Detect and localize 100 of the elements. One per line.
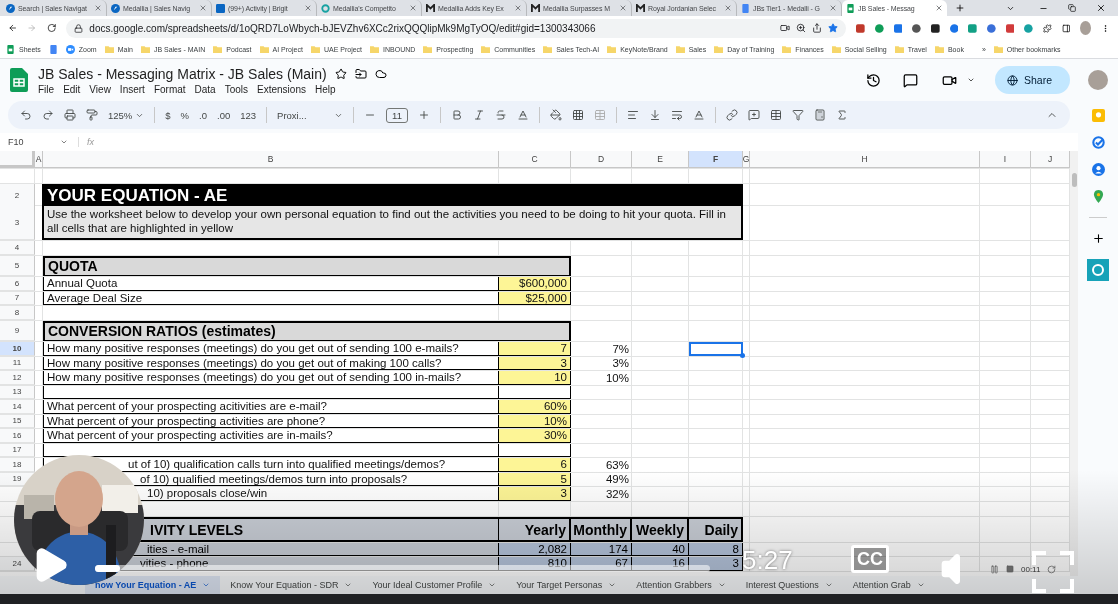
zoom-dropdown[interactable]: 125%	[108, 109, 145, 121]
share-button[interactable]: Share	[994, 66, 1070, 94]
column-header[interactable]: J	[1031, 151, 1070, 168]
row-header[interactable]: 14	[0, 400, 35, 414]
row-header[interactable]: 8	[0, 306, 35, 320]
puzzle-icon[interactable]	[1042, 22, 1052, 34]
decrease-decimal-button[interactable]: .0	[199, 109, 207, 121]
row-header[interactable]: 3	[0, 206, 35, 240]
sheet-tab[interactable]: Interest Questions	[735, 576, 843, 594]
reload-icon[interactable]	[46, 22, 57, 34]
sheet-tab[interactable]: Your Target Personas	[506, 576, 627, 594]
avatar[interactable]	[1088, 70, 1108, 90]
column-header[interactable]: H	[750, 151, 980, 168]
caret-icon[interactable]	[966, 76, 975, 84]
menu-item[interactable]: File	[38, 83, 55, 95]
star-icon[interactable]	[828, 23, 839, 33]
menu-item[interactable]: Insert	[119, 83, 145, 95]
column-header[interactable]: C	[499, 151, 571, 168]
history-icon[interactable]	[865, 72, 881, 88]
column-header[interactable]: E	[632, 151, 689, 168]
comment-icon[interactable]	[902, 72, 918, 88]
input-cell[interactable]: 7	[499, 342, 571, 356]
column-header[interactable]: D	[571, 151, 632, 168]
chart-icon[interactable]	[769, 109, 782, 121]
text-rotation-icon[interactable]	[692, 109, 705, 121]
add-icon[interactable]	[1091, 232, 1105, 245]
back-icon[interactable]	[8, 22, 18, 34]
menu-item[interactable]: Format	[153, 83, 186, 95]
column-header[interactable]: B	[43, 151, 499, 168]
side-panel-icon[interactable]	[1061, 22, 1071, 34]
menu-item[interactable]: Edit	[63, 83, 81, 95]
scroll-thumb[interactable]	[1071, 173, 1077, 187]
increase-decimal-button[interactable]: .00	[217, 109, 231, 121]
menu-item[interactable]: Help	[314, 83, 336, 95]
document-title[interactable]: JB Sales - Messaging Matrix - JB Sales (Main)	[38, 65, 327, 82]
sheet-tab[interactable]: Your Ideal Customer Profile	[362, 576, 507, 594]
input-cell[interactable]: 60%	[499, 400, 571, 414]
italic-icon[interactable]	[472, 109, 485, 121]
percent-button[interactable]: %	[180, 109, 190, 121]
borders-icon[interactable]	[571, 109, 584, 121]
stop-icon[interactable]	[1006, 565, 1014, 573]
number-format-button[interactable]: 123	[240, 109, 257, 121]
input-cell[interactable]: 10	[499, 371, 571, 385]
camera-icon[interactable]	[780, 23, 791, 33]
address-bar[interactable]: docs.google.com/spreadsheets/d/1oQRD7LoWbych-bJEVZhv6XCc2rixQQQlipMk9MgTyOQ/edit#gid=1300343066	[66, 18, 847, 38]
paint-roller-icon[interactable]	[86, 109, 98, 121]
zoom-icon[interactable]	[796, 23, 807, 33]
extension-icon[interactable]	[912, 22, 921, 34]
redo-icon[interactable]	[42, 109, 54, 121]
restart-icon[interactable]	[1047, 564, 1057, 574]
input-cell[interactable]: 30%	[499, 429, 571, 443]
currency-button[interactable]: $	[165, 109, 171, 121]
row-header[interactable]: 16	[0, 429, 35, 443]
input-cell[interactable]: 6	[499, 458, 571, 472]
close-icon[interactable]	[1096, 3, 1106, 13]
contacts-icon[interactable]	[1091, 163, 1105, 176]
bookmark[interactable]	[48, 44, 58, 54]
print-icon[interactable]	[64, 109, 76, 121]
sheet-tab[interactable]: Attention Grab	[842, 576, 935, 594]
row-header[interactable]: 6	[0, 277, 35, 291]
font-size-field[interactable]: 11	[386, 107, 408, 123]
sheet-tab[interactable]: now Your Equation - AE	[85, 576, 221, 594]
menu-item[interactable]: Tools	[224, 83, 249, 95]
row-header[interactable]: 18	[0, 458, 35, 472]
sheet-tab[interactable]: Attention Grabbers	[626, 576, 736, 594]
selected-cell[interactable]	[689, 342, 743, 356]
strikethrough-icon[interactable]	[494, 109, 507, 121]
undo-icon[interactable]	[20, 109, 32, 121]
add-comment-icon[interactable]	[747, 109, 760, 121]
ring-icon[interactable]	[1087, 259, 1109, 281]
row-header[interactable]: 12	[0, 371, 35, 385]
row-header[interactable]: 4	[0, 241, 35, 255]
star-icon[interactable]	[334, 67, 347, 80]
move-folder-icon[interactable]	[354, 67, 367, 80]
row-header[interactable]: 2	[0, 184, 35, 208]
name-box[interactable]: F10	[8, 137, 68, 147]
wrap-icon[interactable]	[670, 109, 683, 121]
extension-icon[interactable]	[931, 22, 940, 34]
calculator-icon[interactable]	[813, 109, 826, 121]
check-circle-icon[interactable]	[1091, 136, 1105, 149]
sheet-tab[interactable]: Know Your Equation - SDR	[220, 576, 363, 594]
column-header[interactable]: I	[980, 151, 1031, 168]
text-color-icon[interactable]	[516, 109, 529, 121]
share-icon[interactable]	[812, 23, 823, 33]
sheets-logo[interactable]	[10, 68, 28, 92]
input-cell[interactable]: 3	[499, 487, 571, 501]
fill-color-icon[interactable]	[549, 109, 562, 121]
vertical-align-icon[interactable]	[648, 109, 661, 121]
row-header[interactable]: 9	[0, 321, 35, 341]
font-dropdown[interactable]: Proxi...	[277, 109, 344, 121]
menu-item[interactable]: View	[89, 83, 111, 95]
filter-icon[interactable]	[791, 109, 804, 121]
new-tab-icon[interactable]	[955, 3, 965, 13]
menu-item[interactable]: Data	[194, 83, 216, 95]
row-header[interactable]: 10	[0, 342, 35, 356]
align-icon[interactable]	[626, 109, 639, 121]
menu-item[interactable]: Extensions	[257, 83, 306, 95]
input-cell[interactable]: $600,000	[499, 277, 571, 291]
column-header[interactable]: F	[689, 151, 743, 168]
sigma-icon[interactable]	[835, 109, 848, 121]
